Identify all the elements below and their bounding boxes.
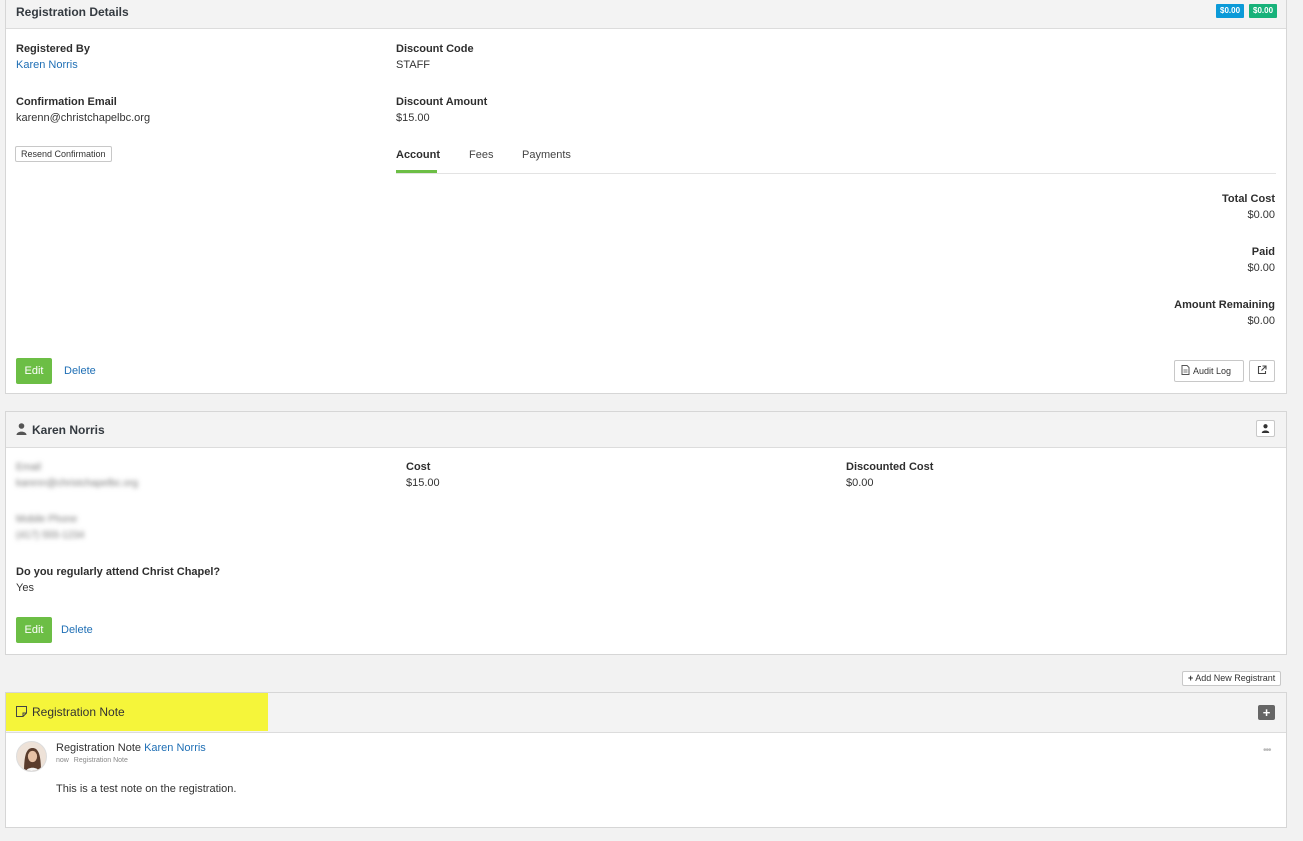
total-cost-value: $0.00 [1247, 209, 1275, 221]
discounted-cost-value: $0.00 [846, 477, 874, 489]
discounted-cost-label: Discounted Cost [846, 461, 934, 473]
tab-payments[interactable]: Payments [522, 149, 571, 161]
resend-confirmation-button[interactable]: Resend Confirmation [15, 146, 112, 162]
email-label: Email [16, 462, 42, 473]
amount-remaining-label: Amount Remaining [1174, 299, 1275, 311]
tab-fees[interactable]: Fees [469, 149, 493, 161]
tab-account[interactable]: Account [396, 149, 440, 161]
add-new-registrant-button[interactable]: + Add New Registrant [1182, 671, 1282, 686]
cost-value: $15.00 [406, 477, 440, 489]
registrant-name: Karen Norris [32, 423, 105, 437]
registered-by-link[interactable]: Karen Norris [16, 59, 78, 71]
edit-registration-button[interactable]: Edit [16, 358, 52, 384]
discount-code-value: STAFF [396, 59, 431, 71]
open-external-button[interactable] [1249, 360, 1275, 382]
external-link-icon [1257, 362, 1267, 382]
audit-log-label: Audit Log [1193, 366, 1232, 376]
delete-registrant-link[interactable]: Delete [61, 624, 93, 636]
registration-details-header: Registration Details $0.00 $0.00 [6, 0, 1286, 29]
note-author-link[interactable]: Karen Norris [144, 742, 206, 754]
note-time: now [56, 757, 69, 764]
delete-registration-link[interactable]: Delete [64, 365, 96, 377]
discount-amount-value: $15.00 [396, 112, 430, 124]
plus-icon: + [1262, 705, 1271, 720]
note-sub-type: Registration Note [73, 757, 128, 764]
registered-by-label: Registered By [16, 43, 90, 55]
plus-icon: + [1188, 673, 1194, 683]
note-text: This is a test note on the registration. [56, 783, 237, 795]
cost-label: Cost [406, 461, 431, 473]
confirmation-email-value: karenn@christchapelbc.org [16, 112, 151, 124]
registration-note-header: Registration Note + [6, 693, 1286, 733]
registration-details-panel: Registration Details $0.00 $0.00 Registe… [5, 0, 1287, 394]
note-options-icon[interactable]: ••• [1263, 745, 1271, 756]
total-cost-label: Total Cost [1222, 193, 1275, 205]
registrant-header: Karen Norris [6, 412, 1286, 448]
paid-label: Paid [1251, 246, 1275, 258]
email-value: karenn@christchapelbc.org [16, 478, 138, 489]
amount-remaining-value: $0.00 [1247, 315, 1275, 327]
add-note-button[interactable]: + [1258, 705, 1275, 720]
cost-badge: $0.00 [1216, 4, 1245, 18]
confirmation-email-label: Confirmation Email [16, 96, 117, 108]
discount-code-label: Discount Code [396, 43, 474, 55]
attendance-answer: Yes [16, 582, 34, 594]
tab-active-indicator [396, 170, 437, 173]
note-meta: now Registration Note [56, 757, 128, 764]
person-icon [1261, 424, 1270, 436]
person-profile-button[interactable] [1256, 420, 1275, 437]
note-icon [16, 706, 27, 720]
phone-value: (417) 555-1234 [16, 530, 85, 541]
registration-note-panel: Registration Note + Registration Note Ka… [5, 692, 1287, 828]
add-new-registrant-label: Add New Registrant [1195, 673, 1276, 683]
note-entry-type: Registration Note [56, 742, 141, 754]
attendance-question: Do you regularly attend Christ Chapel? [16, 566, 221, 578]
paid-value: $0.00 [1247, 262, 1275, 274]
account-tabs: Account Fees Payments [396, 142, 1276, 174]
note-entry-heading: Registration Note Karen Norris [56, 742, 206, 754]
phone-label: Mobile Phone [16, 514, 78, 525]
discount-amount-label: Discount Amount [396, 96, 488, 108]
note-panel-title: Registration Note [32, 705, 125, 719]
avatar [16, 741, 47, 772]
page-title: Registration Details [16, 5, 129, 19]
edit-registrant-button[interactable]: Edit [16, 617, 52, 643]
document-icon [1181, 362, 1190, 382]
audit-log-button[interactable]: Audit Log [1174, 360, 1244, 382]
person-icon [16, 423, 27, 438]
balance-badge: $0.00 [1249, 4, 1278, 18]
registrant-panel: Karen Norris Email karenn@christchapelbc… [5, 411, 1287, 655]
